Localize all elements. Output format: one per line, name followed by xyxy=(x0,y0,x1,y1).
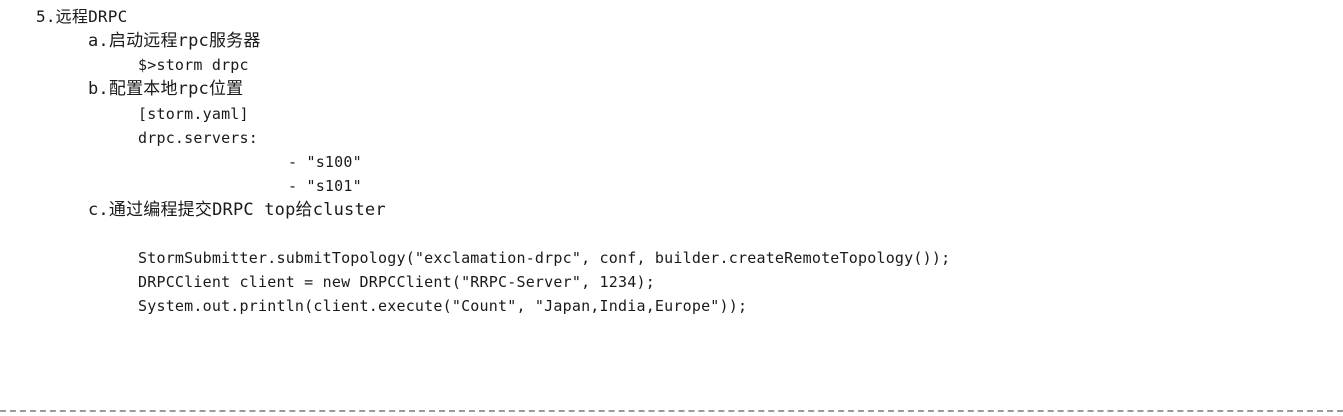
config-key: drpc.servers: xyxy=(138,129,258,147)
step-c-label: c.通过编程提交DRPC top给cluster xyxy=(88,200,386,220)
step-a-command: $>storm drpc xyxy=(138,56,249,74)
config-server-2: - "s101" xyxy=(288,177,362,195)
step-b-label: b.配置本地rpc位置 xyxy=(88,79,244,99)
code-line-1: StormSubmitter.submitTopology("exclamati… xyxy=(138,249,951,267)
config-file-name: [storm.yaml] xyxy=(138,105,249,123)
code-line-2: DRPCClient client = new DRPCClient("RRPC… xyxy=(138,273,655,291)
page-divider xyxy=(0,410,1343,412)
step-a-label: a.启动远程rpc服务器 xyxy=(88,31,261,51)
config-server-1: - "s100" xyxy=(288,153,362,171)
code-line-3: System.out.println(client.execute("Count… xyxy=(138,297,748,315)
document-page: 5.远程DRPC a.启动远程rpc服务器 $>storm drpc b.配置本… xyxy=(0,0,1343,416)
section-heading: 5.远程DRPC xyxy=(36,7,128,26)
